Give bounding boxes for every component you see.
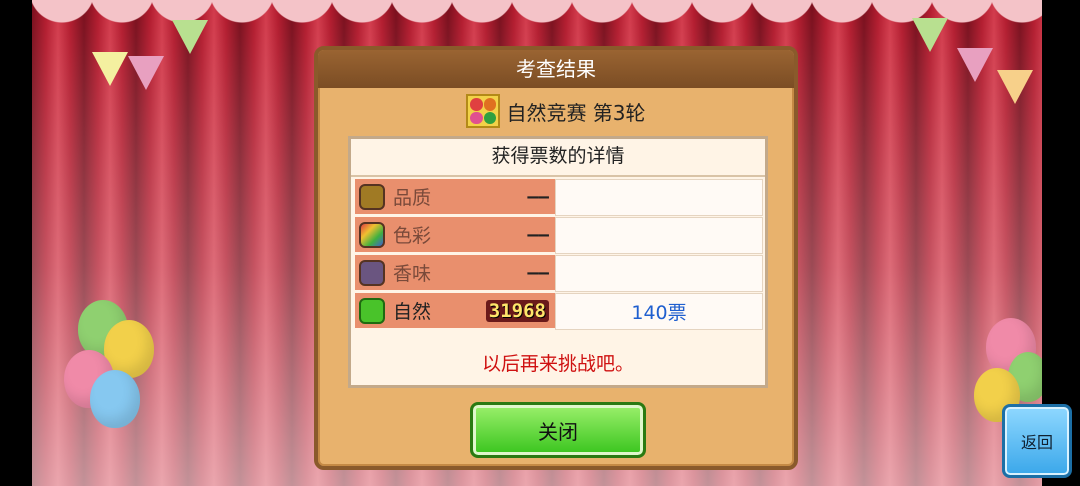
panel-heading: 获得票数的详情	[351, 139, 765, 177]
row-score: ——	[527, 186, 549, 207]
bunting-flag	[92, 52, 128, 86]
row-score: 31968	[485, 299, 549, 322]
quality-icon	[359, 183, 385, 210]
aroma-icon	[359, 259, 385, 286]
score-row-color: 色彩 ——	[355, 217, 763, 254]
result-dialog: 考查结果 自然竞赛 第3轮 获得票数的详情 品质 —— 色彩 —— 香味 —— …	[314, 46, 798, 470]
row-votes: 140票	[555, 293, 763, 330]
bunting-flag	[912, 18, 948, 52]
row-label: 品质	[393, 187, 432, 209]
contest-icon	[466, 94, 501, 128]
row-label: 香味	[393, 263, 432, 285]
dialog-title: 考查结果	[318, 50, 794, 88]
score-row-quality: 品质 ——	[355, 179, 763, 216]
nature-icon	[359, 297, 385, 324]
row-votes	[555, 255, 763, 292]
row-votes	[555, 179, 763, 216]
back-button[interactable]: 返回	[1002, 404, 1072, 478]
row-score: ——	[527, 262, 549, 283]
row-label: 色彩	[393, 225, 432, 247]
row-label: 自然	[393, 301, 432, 323]
color-icon	[359, 221, 385, 248]
bunting-flag	[172, 20, 208, 54]
votes-detail-panel: 获得票数的详情 品质 —— 色彩 —— 香味 —— 自然 31968 140票 …	[348, 136, 768, 388]
balloon	[90, 370, 140, 428]
score-row-aroma: 香味 ——	[355, 255, 763, 292]
result-message: 以后再来挑战吧。	[481, 353, 634, 375]
bunting-flag	[128, 56, 164, 90]
row-score: ——	[527, 224, 549, 245]
contest-name: 自然竞赛 第3轮	[506, 100, 646, 125]
score-row-nature: 自然 31968 140票	[355, 293, 763, 330]
bunting-flag	[957, 48, 993, 82]
row-votes	[555, 217, 763, 254]
contest-header: 自然竞赛 第3轮	[318, 94, 794, 128]
bunting-flag	[997, 70, 1033, 104]
close-button[interactable]: 关闭	[470, 402, 646, 458]
